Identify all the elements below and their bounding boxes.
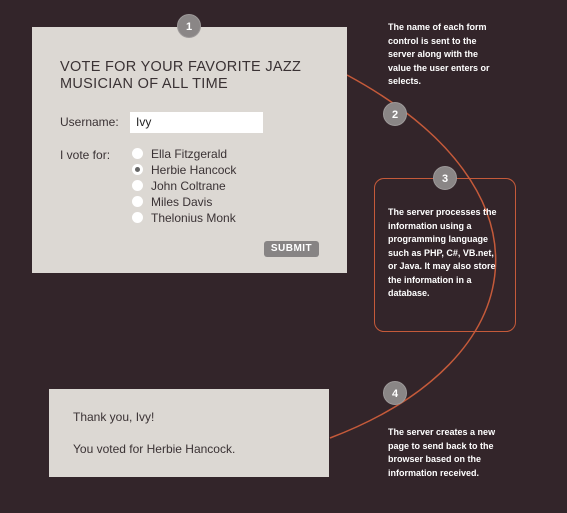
vote-form-panel: VOTE FOR YOUR FAVORITE JAZZ MUSICIAN OF … (32, 27, 347, 273)
submit-button[interactable]: SUBMIT (264, 241, 319, 257)
radio-button[interactable] (132, 180, 143, 191)
username-label: Username: (60, 115, 119, 129)
radio-button[interactable] (132, 212, 143, 223)
step2-note: The name of each form control is sent to… (388, 22, 490, 86)
radio-button-selected[interactable] (132, 164, 143, 175)
radio-button[interactable] (132, 148, 143, 159)
username-input[interactable]: Ivy (130, 112, 263, 133)
radio-button[interactable] (132, 196, 143, 207)
step-badge-3: 3 (433, 166, 457, 190)
option-label: Miles Davis (151, 195, 213, 209)
option-label: Herbie Hancock (151, 163, 237, 177)
step-badge-2: 2 (383, 102, 407, 126)
result-panel: Thank you, Ivy! You voted for Herbie Han… (49, 389, 329, 477)
option-label: Ella Fitzgerald (151, 147, 228, 161)
step3-note: The server processes the information usi… (388, 207, 497, 298)
step-badge-4: 4 (383, 381, 407, 405)
thank-you-text: Thank you, Ivy! (73, 410, 155, 424)
option-label: Thelonius Monk (151, 211, 236, 225)
vote-confirmation-text: You voted for Herbie Hancock. (73, 442, 236, 456)
form-title: VOTE FOR YOUR FAVORITE JAZZ MUSICIAN OF … (60, 59, 302, 92)
option-label: John Coltrane (151, 179, 226, 193)
diagram-canvas: VOTE FOR YOUR FAVORITE JAZZ MUSICIAN OF … (0, 0, 567, 513)
step-badge-1: 1 (177, 14, 201, 38)
vote-label: I vote for: (60, 148, 111, 162)
step4-note: The server creates a new page to send ba… (388, 427, 496, 478)
